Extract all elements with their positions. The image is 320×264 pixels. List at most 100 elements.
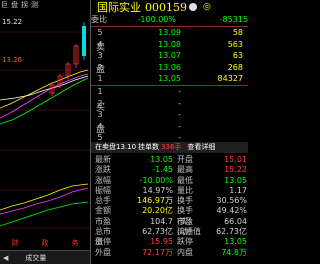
order-info-bar[interactable]: 在卖盘13.10 挂单数 336手 查看详细 [91, 142, 248, 153]
stat-label: 内盘 [177, 247, 193, 257]
buy-row[interactable]: 3 - [91, 109, 248, 121]
stat-value: 13.05 [150, 155, 173, 164]
stat-value: 13.05 [224, 237, 247, 247]
buy-price: - [178, 110, 181, 119]
sell-vol: 63 [232, 51, 243, 60]
stat-label: 换手(实) [177, 206, 193, 226]
stat-value: 62.73亿 [142, 227, 173, 237]
stat-label: 最新 [95, 155, 111, 164]
stat-value: 1.17 [229, 185, 247, 195]
sell-price: 13.07 [158, 51, 181, 60]
stat-value: 15.22 [224, 165, 247, 175]
stat-label: 跌停 [177, 237, 193, 247]
stat-value: 49.42% [216, 206, 247, 216]
stat-label: 流通值 [177, 227, 201, 237]
stat-label: 开盘 [177, 155, 193, 164]
weicha-value: -85315 [219, 15, 248, 24]
stat-value: 14.97% [142, 185, 173, 195]
ma-line-white [0, 75, 89, 101]
price-label-mid: 13.26 [2, 56, 23, 64]
sell-vol: 563 [227, 39, 243, 49]
sell-idx: 5 [97, 28, 103, 37]
candle-body [82, 26, 86, 56]
stock-name: 国际实业 [97, 1, 141, 14]
stat-label: 换手 [177, 196, 193, 206]
stats-table: 最新 13.05 开盘 15.01 涨跌 -1.45 最高 15.22 涨幅 -10.00% 最低 1… [91, 155, 248, 258]
buy-row[interactable]: 2 - [91, 98, 248, 110]
more-icon[interactable]: ◎ [203, 2, 211, 12]
view-detail-link[interactable]: 查看详细 [187, 142, 215, 153]
buy-side-label: 买 [96, 103, 106, 113]
stat-label: 量比 [177, 185, 193, 195]
sell-book: 5 13.09 58 4 13.08 563 3 13.07 63 2 13.0… [91, 27, 248, 85]
stat-value: 66.04 [224, 216, 247, 226]
collapse-left-icon[interactable]: ◀ [0, 254, 11, 262]
settings-icon[interactable] [189, 3, 197, 11]
stat-value: -10.00% [139, 175, 173, 185]
sell-side-label: 卖 [96, 43, 106, 53]
buy-vol [181, 121, 243, 133]
sell-price: 13.09 [158, 28, 181, 37]
sell-row[interactable]: 1 13.05 84327 [91, 73, 248, 85]
buy-vol [181, 109, 243, 121]
sell-vol: 84327 [217, 74, 243, 83]
buy-price: - [178, 121, 181, 131]
sell-row[interactable]: 3 13.07 63 [91, 50, 248, 62]
sell-vol: 58 [232, 28, 243, 37]
sell-row[interactable]: 2 13.06 268 [91, 62, 248, 74]
ma-line-green [0, 77, 89, 125]
kline-chart[interactable] [0, 0, 90, 238]
stat-row: 总市值 62.73亿 流通值 62.73亿 [91, 227, 248, 247]
stat-value: 15.95 [150, 237, 173, 247]
order-info-label: 挂单数 [138, 143, 160, 151]
chart-panel[interactable]: 巨 盘 拐 测 15.22 13.26 财 政 务 ◀ 成交量 [0, 0, 90, 264]
buy-idx: 1 [97, 87, 103, 96]
stat-value: 104.7 [150, 216, 173, 226]
bottom-tab-affairs[interactable]: 务 [72, 238, 79, 249]
stat-row: 总手 146.97万 换手 30.56% [91, 196, 248, 206]
stat-row: 振幅 14.97% 量比 1.17 [91, 186, 248, 196]
stat-row: 涨停 15.95 跌停 13.05 [91, 237, 248, 247]
stat-value: 146.97万 [137, 196, 173, 206]
stat-label: 市盈 [95, 216, 111, 226]
sell-price: 13.06 [158, 62, 181, 72]
weibi-value: -100.00% [137, 15, 176, 24]
price-label-high: 15.22 [2, 18, 23, 26]
buy-book: 1 - 2 - 3 - 4 - 5 - [91, 86, 248, 144]
sell-side-label-2: 盘 [96, 65, 106, 75]
stat-label: 金额 [95, 206, 111, 216]
stat-label: 振幅 [95, 185, 111, 195]
stat-label: 最低 [177, 175, 193, 185]
stat-value: 30.56% [216, 196, 247, 206]
buy-price: - [178, 87, 181, 96]
buy-vol [181, 86, 243, 98]
sell-vol: 268 [227, 62, 243, 72]
stat-label: 外盘 [95, 247, 111, 257]
bottom-tab-policy[interactable]: 政 [42, 238, 49, 249]
buy-price: - [178, 98, 181, 108]
ma-line-magenta [0, 73, 89, 119]
stock-title: 国际实业 000159 ◎ [91, 0, 248, 15]
stat-label: 总市值 [95, 227, 111, 247]
bottom-tab-finance[interactable]: 财 [12, 238, 19, 249]
sell-row[interactable]: 4 13.08 563 [91, 39, 248, 51]
volume-label[interactable]: 成交量 [25, 253, 46, 263]
order-info-price: 在卖盘13.10 [95, 143, 137, 151]
volume-indicator-bar[interactable]: ◀ 成交量 [0, 250, 90, 264]
stat-row: 最新 13.05 开盘 15.01 [91, 155, 248, 165]
stat-value: -1.45 [152, 165, 173, 175]
stat-value: 74.8万 [221, 247, 247, 257]
stat-label: 市盈(动) [177, 216, 193, 237]
stat-row: 金额 20.20亿 换手(实) 49.42% [91, 206, 248, 226]
sell-price: 13.05 [158, 74, 181, 83]
buy-row[interactable]: 1 - [91, 86, 248, 98]
stat-label: 涨跌 [95, 165, 111, 175]
stat-value: 13.05 [224, 175, 247, 185]
buy-vol [181, 98, 243, 110]
stock-code: 000159 [145, 0, 187, 14]
quote-panel: 国际实业 000159 ◎ 委比 -100.00% -85315 5 13.09… [90, 0, 248, 264]
weicha-label [182, 15, 204, 25]
sell-row[interactable]: 5 13.09 58 [91, 27, 248, 39]
weibi-label: 委比 [91, 15, 107, 24]
buy-row[interactable]: 4 - [91, 121, 248, 133]
